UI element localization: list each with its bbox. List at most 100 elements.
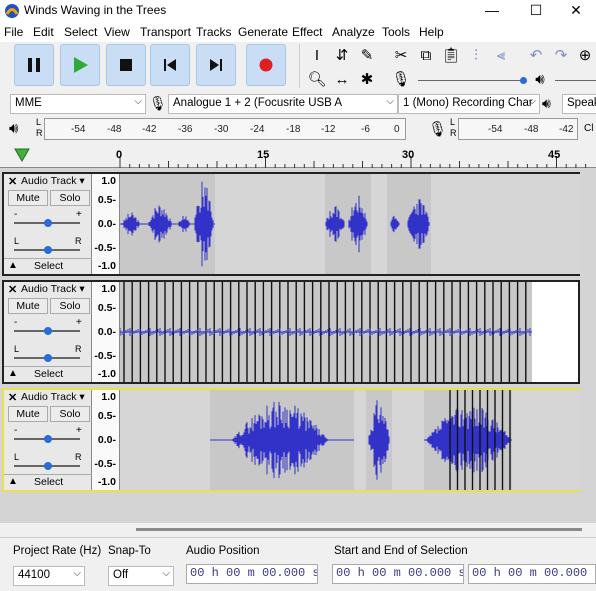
cut-icon[interactable]: ✂ [389, 44, 413, 66]
selection-end-field[interactable]: 00 h 00 m 00.000 s [468, 564, 596, 584]
waveform-display[interactable] [120, 282, 580, 382]
audio-clip[interactable] [512, 390, 580, 490]
record-meter-icon[interactable]: 🎙︎ [428, 120, 447, 138]
gain-knob[interactable] [44, 219, 52, 227]
track-name-dropdown[interactable]: Audio Track ▾ [21, 175, 91, 187]
pan-slider[interactable] [14, 462, 80, 470]
record-meter[interactable]: -54 -48 -42 [458, 118, 578, 140]
menu-help[interactable]: Help [419, 25, 444, 39]
collapse-triangle-icon[interactable]: ▲ [8, 260, 18, 271]
close-button[interactable]: ✕ [556, 0, 596, 22]
audio-clip[interactable] [354, 390, 366, 490]
pan-knob[interactable] [44, 462, 52, 470]
mute-button[interactable]: Mute [8, 298, 48, 314]
audio-clip[interactable] [431, 174, 580, 274]
menu-analyze[interactable]: Analyze [332, 25, 375, 39]
slider-knob[interactable] [520, 77, 527, 84]
horizontal-scrollbar[interactable] [0, 523, 596, 537]
timeline-ruler[interactable]: 0 15 30 45 [0, 144, 596, 168]
gain-slider[interactable] [14, 327, 80, 335]
draw-tool-icon[interactable]: ✎ [355, 44, 379, 66]
silence-icon[interactable]: ⫷ [489, 44, 513, 66]
project-rate-select[interactable]: 44100 ⌵ [13, 566, 85, 586]
envelope-tool-icon[interactable]: ⇵ [330, 44, 354, 66]
pan-slider[interactable] [14, 246, 80, 254]
menu-view[interactable]: View [104, 25, 130, 39]
close-track-icon[interactable]: ✕ [8, 391, 17, 404]
zoom-tool-icon[interactable]: 🔍︎ [305, 68, 329, 90]
skip-to-start-button[interactable] [150, 44, 190, 86]
audio-track[interactable]: ✕ Audio Track ▾ Mute Solo - + L R ▲ Sele… [2, 280, 580, 384]
waveform-display[interactable] [120, 390, 580, 490]
pause-button[interactable] [14, 44, 54, 86]
audio-track[interactable]: ✕ Audio Track ▾ Mute Solo - + L R ▲ Sele… [2, 388, 580, 492]
play-icon [74, 57, 88, 73]
select-track-button[interactable]: ▲ Select [4, 474, 92, 490]
pan-slider[interactable] [14, 354, 80, 362]
speaker-icon: 🔊︎ [535, 70, 545, 88]
mute-button[interactable]: Mute [8, 190, 48, 206]
paste-icon[interactable]: 📋︎ [439, 44, 463, 66]
pan-knob[interactable] [44, 246, 52, 254]
play-marker-icon[interactable] [14, 148, 30, 162]
gain-knob[interactable] [44, 435, 52, 443]
recording-channels-select[interactable]: 1 (Mono) Recording Char ⌵ [398, 94, 540, 114]
audio-clip[interactable] [120, 390, 210, 490]
copy-icon[interactable]: ⧉ [414, 44, 438, 66]
solo-button[interactable]: Solo [50, 190, 90, 206]
menu-tracks[interactable]: Tracks [196, 25, 232, 39]
menu-tools[interactable]: Tools [382, 25, 410, 39]
pan-knob[interactable] [44, 354, 52, 362]
skip-to-end-button[interactable] [196, 44, 236, 86]
minimize-button[interactable]: — [472, 0, 512, 22]
track-name-dropdown[interactable]: Audio Track ▾ [21, 391, 91, 403]
play-button[interactable] [60, 44, 100, 86]
menu-edit[interactable]: Edit [33, 25, 54, 39]
record-button[interactable] [246, 44, 286, 86]
track-name-dropdown[interactable]: Audio Track ▾ [21, 283, 91, 295]
tracks-panel: ✕ Audio Track ▾ Mute Solo - + L R ▲ Sele… [0, 168, 596, 523]
playback-meter[interactable]: -54 -48 -42 -36 -30 -24 -18 -12 -6 0 [44, 118, 406, 140]
audio-clip[interactable] [371, 174, 387, 274]
audio-clip[interactable] [392, 390, 424, 490]
audio-clip[interactable] [215, 174, 325, 274]
menu-select[interactable]: Select [64, 25, 97, 39]
timeshift-tool-icon[interactable]: ↔ [330, 68, 354, 90]
waveform-display[interactable] [120, 174, 580, 274]
scrollbar-thumb[interactable] [136, 528, 582, 531]
close-track-icon[interactable]: ✕ [8, 283, 17, 296]
playback-device-select[interactable]: Speake [562, 94, 596, 114]
audio-position-field[interactable]: 00 h 00 m 00.000 s [186, 564, 318, 584]
collapse-triangle-icon[interactable]: ▲ [8, 368, 18, 379]
stop-button[interactable] [106, 44, 146, 86]
close-track-icon[interactable]: ✕ [8, 175, 17, 188]
menu-transport[interactable]: Transport [140, 25, 191, 39]
solo-button[interactable]: Solo [50, 298, 90, 314]
menu-generate[interactable]: Generate [238, 25, 288, 39]
recording-device-select[interactable]: Analogue 1 + 2 (Focusrite USB A ⌵ [168, 94, 398, 114]
redo-icon[interactable]: ↷ [549, 44, 573, 66]
select-track-button[interactable]: ▲ Select [4, 258, 92, 274]
collapse-triangle-icon[interactable]: ▲ [8, 476, 18, 487]
menu-file[interactable]: File [4, 25, 23, 39]
undo-icon[interactable]: ↶ [524, 44, 548, 66]
gain-slider[interactable] [14, 219, 80, 227]
maximize-button[interactable]: ☐ [516, 0, 556, 22]
snap-to-select[interactable]: Off ⌵ [108, 566, 174, 586]
audio-host-select[interactable]: MME ⌵ [10, 94, 146, 114]
zoom-in-icon[interactable]: ⊕ [574, 44, 596, 66]
mute-button[interactable]: Mute [8, 406, 48, 422]
gain-slider[interactable] [14, 435, 80, 443]
multi-tool-icon[interactable]: ✱ [355, 68, 379, 90]
selection-tool-icon[interactable]: I [305, 44, 329, 66]
playback-volume-slider[interactable] [555, 80, 596, 81]
gain-knob[interactable] [44, 327, 52, 335]
trim-icon[interactable]: ⫶ [464, 44, 488, 66]
selection-start-field[interactable]: 00 h 00 m 00.000 s [332, 564, 464, 584]
menu-effect[interactable]: Effect [292, 25, 322, 39]
audio-track[interactable]: ✕ Audio Track ▾ Mute Solo - + L R ▲ Sele… [2, 172, 580, 276]
recording-volume-slider[interactable] [418, 77, 527, 84]
playback-meter-icon[interactable]: 🔊︎ [9, 120, 18, 137]
select-track-button[interactable]: ▲ Select [4, 366, 92, 382]
solo-button[interactable]: Solo [50, 406, 90, 422]
